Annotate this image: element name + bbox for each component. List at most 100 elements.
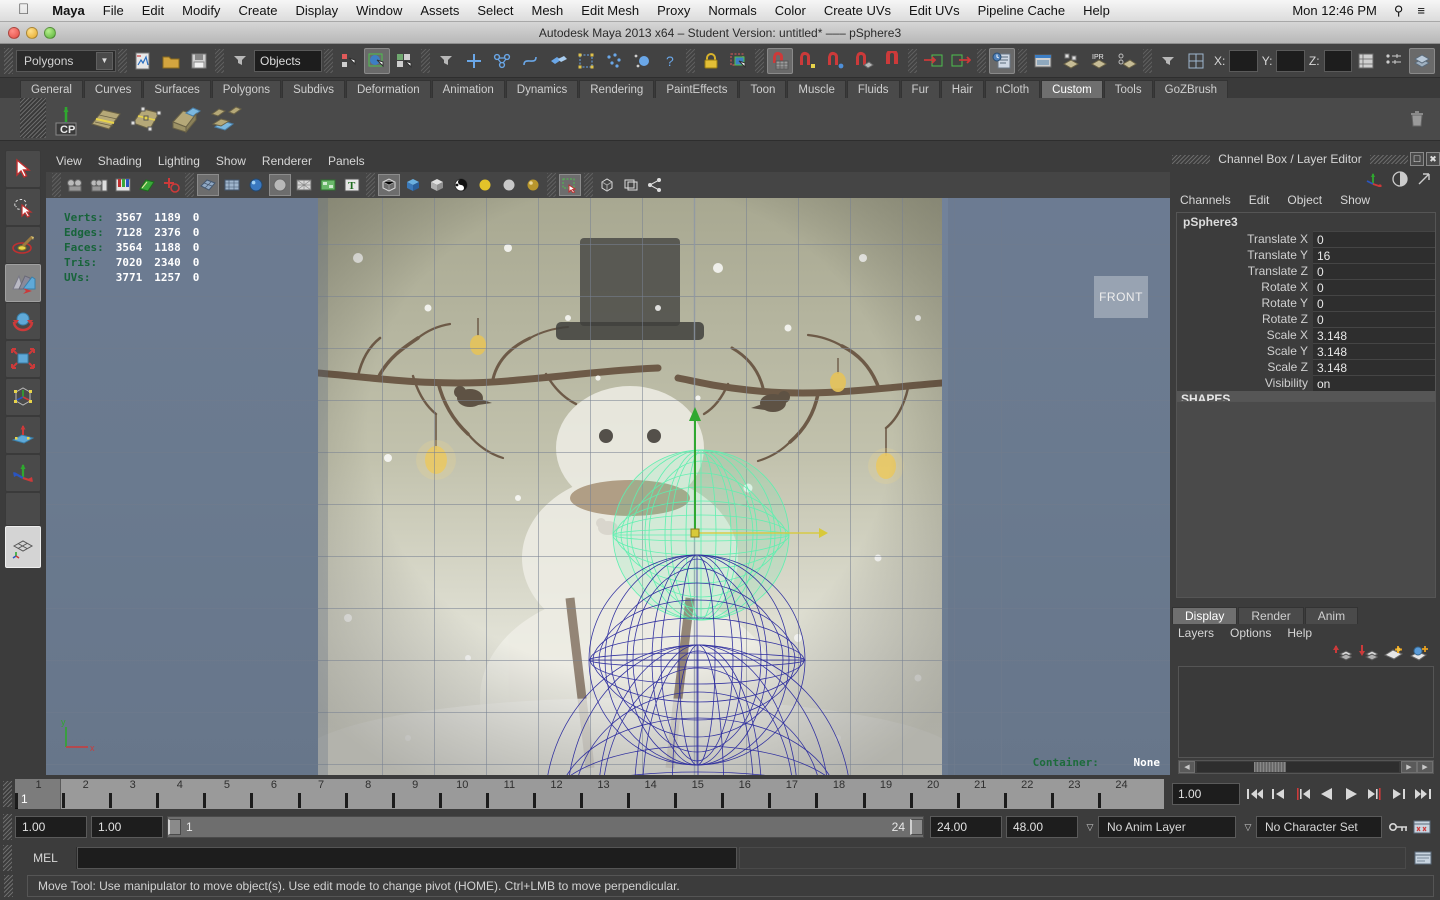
menu-modify[interactable]: Modify (173, 3, 229, 18)
close-button[interactable] (8, 26, 20, 39)
snap-to-grid-button[interactable] (766, 47, 793, 74)
shelf-tab-tools[interactable]: Tools (1103, 80, 1153, 98)
menu-window[interactable]: Window (347, 3, 411, 18)
menu-color[interactable]: Color (766, 3, 815, 18)
viewport-menu-renderer[interactable]: Renderer (262, 154, 312, 168)
show-hide-attribute-editor-button[interactable] (1381, 48, 1407, 74)
channel-box-expand-icon[interactable] (1416, 171, 1432, 187)
channel-menu-channels[interactable]: Channels (1180, 193, 1231, 207)
shelf-tab-subdivs[interactable]: Subdivs (282, 80, 345, 98)
time-slider-track[interactable]: 1 1 2 3 4 5 6 7 8 9 10 11 12 13 14 15 16 17 18 19 20 21 22 23 2… (15, 779, 1164, 809)
smooth-shade-all-icon[interactable] (245, 174, 267, 196)
highlight-selection-button[interactable] (726, 48, 752, 74)
close-icon[interactable]: ✖ (1426, 152, 1440, 166)
shelf-tab-gozbrush[interactable]: GoZBrush (1153, 80, 1229, 98)
wireframe-on-shaded-icon[interactable] (293, 174, 315, 196)
xray-joints-icon[interactable] (426, 174, 448, 196)
layer-menu-help[interactable]: Help (1287, 626, 1312, 640)
step-forward-key-icon[interactable] (1364, 783, 1386, 805)
menu-normals[interactable]: Normals (699, 3, 765, 18)
shade-options-icon[interactable] (269, 174, 291, 196)
lasso-select-tool[interactable] (5, 188, 41, 226)
menu-proxy[interactable]: Proxy (648, 3, 699, 18)
blank-tool-slot[interactable] (5, 492, 41, 526)
step-back-frame-icon[interactable] (1268, 783, 1290, 805)
select-by-object-type-button[interactable] (363, 47, 390, 74)
shelf-tab-ncloth[interactable]: nCloth (984, 80, 1041, 98)
selection-mask-field[interactable]: Objects (254, 49, 322, 72)
channel-row-translate-y[interactable]: Translate Y 16 (1177, 247, 1435, 263)
menuset-dropdown[interactable]: Polygons ▼ (16, 49, 116, 72)
anim-layer-field[interactable]: No Anim Layer (1098, 816, 1236, 838)
viewport-menu-lighting[interactable]: Lighting (158, 154, 200, 168)
shelf-options-grip[interactable] (20, 98, 46, 138)
channel-row-scale-y[interactable]: Scale Y 3.148 (1177, 343, 1435, 359)
new-layer-from-selected-icon[interactable] (1410, 644, 1430, 662)
maximize-button[interactable] (44, 26, 56, 39)
scroll-right-icon[interactable]: ▶ (1401, 761, 1417, 773)
select-points-button[interactable] (489, 48, 515, 74)
save-scene-button[interactable] (186, 48, 212, 74)
lock-selection-button[interactable] (698, 48, 724, 74)
channel-menu-show[interactable]: Show (1340, 193, 1370, 207)
range-slider-grip[interactable] (3, 814, 12, 840)
xray-text-icon[interactable]: T (341, 174, 363, 196)
attribute-editor-toggle[interactable] (988, 47, 1015, 74)
make-live-button[interactable] (920, 48, 946, 74)
universal-manipulator-tool[interactable] (5, 378, 41, 416)
layer-menu-layers[interactable]: Layers (1178, 626, 1214, 640)
script-editor-icon[interactable] (1412, 850, 1434, 866)
channel-value[interactable]: 0 (1313, 311, 1435, 327)
channel-value[interactable]: 0 (1313, 231, 1435, 247)
channel-row-rotate-x[interactable]: Rotate X 0 (1177, 279, 1435, 295)
move-layer-up-icon[interactable] (1332, 644, 1352, 662)
menu-edit[interactable]: Edit (133, 3, 173, 18)
shelf-item-poly-split[interactable] (89, 102, 123, 136)
shelf-tab-surfaces[interactable]: Surfaces (143, 80, 211, 98)
ipr-render-button[interactable]: IPR (1086, 48, 1112, 74)
paint-select-tool[interactable] (5, 226, 41, 264)
menu-create[interactable]: Create (229, 3, 286, 18)
share-icon[interactable] (644, 174, 666, 196)
channel-value[interactable]: 0 (1313, 295, 1435, 311)
select-bounding-box-button[interactable] (573, 48, 599, 74)
time-slider-grip[interactable] (3, 781, 12, 807)
character-set-field[interactable]: No Character Set (1256, 816, 1382, 838)
component-mask-menu-icon[interactable] (433, 48, 459, 74)
anim-layer-chevron-icon[interactable]: ▽ (1082, 817, 1098, 837)
range-start-time-field[interactable]: 1.00 (91, 816, 163, 838)
menu-help[interactable]: Help (1074, 3, 1119, 18)
scroll-track[interactable] (1197, 762, 1399, 772)
menu-pipeline-cache[interactable]: Pipeline Cache (969, 3, 1074, 18)
channel-row-visibility[interactable]: Visibility on (1177, 375, 1435, 391)
viewport-menu-view[interactable]: View (56, 154, 82, 168)
channel-value[interactable]: 0 (1313, 279, 1435, 295)
bottom-sphere-wireframe[interactable] (541, 643, 856, 775)
xray-active-components-icon[interactable] (620, 174, 642, 196)
move-manipulator[interactable] (646, 393, 846, 563)
character-set-chevron-icon[interactable]: ▽ (1240, 817, 1256, 837)
menu-edit-uvs[interactable]: Edit UVs (900, 3, 969, 18)
channel-box-attribute-list[interactable]: pSphere3 Translate X 0 Translate Y 16 Tran… (1176, 212, 1436, 402)
shelf-tab-rendering[interactable]: Rendering (579, 80, 655, 98)
snap-to-view-planes-button[interactable] (879, 48, 905, 74)
layer-menu-options[interactable]: Options (1230, 626, 1271, 640)
channel-row-rotate-y[interactable]: Rotate Y 0 (1177, 295, 1435, 311)
move-tool[interactable] (5, 264, 41, 302)
image-plane-icon[interactable] (136, 174, 158, 196)
select-handles-button[interactable] (461, 48, 487, 74)
coord-y-field[interactable] (1276, 49, 1305, 72)
channel-menu-object[interactable]: Object (1287, 193, 1322, 207)
channel-box-axis-icon[interactable] (1366, 171, 1384, 187)
rotate-tool[interactable] (5, 302, 41, 340)
range-start-handle[interactable] (168, 819, 181, 835)
camera-attributes-icon[interactable] (88, 174, 110, 196)
play-backwards-icon[interactable] (1316, 783, 1338, 805)
shelf-tab-fluids[interactable]: Fluids (846, 80, 900, 98)
new-layer-icon[interactable] (1384, 644, 1404, 662)
menu-file[interactable]: File (94, 3, 133, 18)
snap-to-curve-button[interactable] (795, 48, 821, 74)
exit-live-button[interactable] (948, 48, 974, 74)
shadows-icon[interactable] (522, 174, 544, 196)
select-by-component-type-button[interactable] (392, 48, 418, 74)
